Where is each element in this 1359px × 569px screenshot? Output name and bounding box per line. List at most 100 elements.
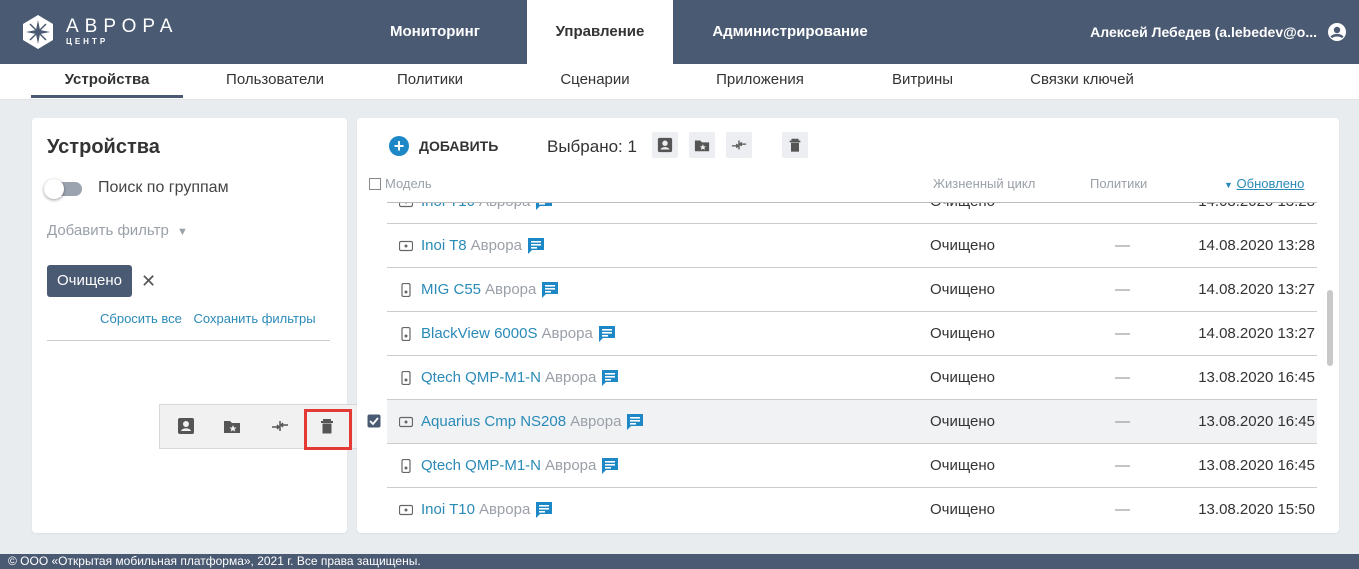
user-menu[interactable]: Алексей Лебедев (a.lebedev@o... <box>1090 0 1347 64</box>
caret-down-icon: ▼ <box>176 226 188 238</box>
topnav-monitoring[interactable]: Мониторинг <box>360 0 510 64</box>
delete-button[interactable] <box>782 132 808 158</box>
cell-updated: 13.08.2020 16:45 <box>1198 457 1315 474</box>
group-search-toggle[interactable] <box>44 179 82 199</box>
brand-logo[interactable]: АВРОРА ЦЕНТР <box>18 12 178 52</box>
subnav-users[interactable]: Пользователи <box>200 64 350 98</box>
message-icon[interactable] <box>535 203 553 211</box>
cell-lifecycle: Очищено <box>930 413 996 430</box>
transfer-button[interactable] <box>726 132 752 158</box>
device-model-link[interactable]: Aquarius Cmp NS208 <box>421 400 566 444</box>
folder-star-icon[interactable] <box>223 417 241 435</box>
save-filters-link[interactable]: Сохранить фильтры <box>194 311 316 326</box>
subnav-policies[interactable]: Политики <box>370 64 490 98</box>
topnav-administration[interactable]: Администрирование <box>690 0 890 64</box>
trash-icon <box>789 138 801 152</box>
cell-model: BlackView 6000S Аврора <box>391 312 616 356</box>
device-model-link[interactable]: Inoi T10 <box>421 203 475 224</box>
cell-model: Inoi T10Аврора <box>391 488 553 528</box>
table-row[interactable]: Inoi T8 Аврора Очищено — 14.08.2020 13:28 <box>387 224 1317 268</box>
brand-title: АВРОРА <box>66 16 179 37</box>
message-icon[interactable] <box>527 237 545 255</box>
transfer-arrows-icon[interactable] <box>271 417 289 435</box>
cell-model: Aquarius Cmp NS208 Аврора <box>391 400 644 444</box>
panel-title: Устройства <box>47 136 160 158</box>
col-policies-header[interactable]: Политики <box>1090 176 1147 191</box>
subnav-scenarios[interactable]: Сценарии <box>535 64 655 98</box>
cell-lifecycle: Очищено <box>930 369 996 386</box>
selected-count: Выбрано: 1 <box>547 137 637 156</box>
phone-icon <box>401 459 411 473</box>
device-model-link[interactable]: Qtech QMP-M1-N <box>421 356 541 400</box>
subnav-devices[interactable]: Устройства <box>31 64 183 98</box>
cell-updated: 13.08.2020 16:45 <box>1198 369 1315 386</box>
table-row[interactable]: Qtech QMP-M1-N Аврора Очищено — 13.08.2020 1… <box>387 444 1317 488</box>
add-filter-dropdown[interactable]: Добавить фильтр ▼ <box>47 222 188 239</box>
cell-lifecycle: Очищено <box>930 501 996 518</box>
add-to-group-button[interactable] <box>689 132 715 158</box>
col-lifecycle-header[interactable]: Жизненный цикл <box>933 176 1035 191</box>
add-device-label: ДОБАВИТЬ <box>419 138 499 154</box>
col-updated-label: Обновлено <box>1236 176 1305 191</box>
device-os: Аврора <box>485 281 537 298</box>
brand-subtitle: ЦЕНТР <box>66 37 109 46</box>
message-icon[interactable] <box>598 325 616 343</box>
device-model-link[interactable]: BlackView 6000S <box>421 312 537 356</box>
tablet-icon <box>399 504 413 516</box>
cell-model: Qtech QMP-M1-N Аврора <box>391 444 619 488</box>
tablet-icon <box>399 203 413 208</box>
cell-policies: — <box>1115 369 1130 386</box>
device-model-link[interactable]: MIG C55 <box>421 268 481 312</box>
tablet-icon <box>399 416 413 428</box>
subnav-showcases[interactable]: Витрины <box>870 64 975 98</box>
toggle-knob <box>44 179 64 199</box>
col-updated-header[interactable]: ▼ Обновлено <box>1224 176 1304 191</box>
device-model-link[interactable]: Inoi T10 <box>421 488 475 528</box>
table-row[interactable]: Inoi T10Аврора Очищено — 14.08.2020 13:28 <box>387 203 1317 224</box>
contact-card-icon[interactable] <box>177 417 195 435</box>
device-model-link[interactable]: Inoi T8 <box>421 224 467 268</box>
cell-policies: — <box>1115 457 1130 474</box>
assign-user-button[interactable] <box>652 132 678 158</box>
subnav-applications[interactable]: Приложения <box>695 64 825 98</box>
sort-desc-icon: ▼ <box>1224 180 1233 190</box>
table-body: Inoi T10АврораОчищено—14.08.2020 13:28In… <box>357 203 1339 528</box>
add-device-button[interactable]: + ДОБАВИТЬ <box>389 136 498 156</box>
cell-lifecycle: Очищено <box>930 237 996 254</box>
reset-all-link[interactable]: Сбросить все <box>100 311 182 326</box>
device-model-link[interactable]: Qtech QMP-M1-N <box>421 444 541 488</box>
user-name: Алексей Лебедев (a.lebedev@o... <box>1090 24 1317 40</box>
col-model-header[interactable]: Модель <box>385 176 432 191</box>
cell-updated: 14.08.2020 13:28 <box>1195 203 1315 224</box>
message-icon[interactable] <box>601 369 619 387</box>
close-icon[interactable]: ✕ <box>141 265 156 297</box>
cell-updated: 14.08.2020 13:27 <box>1198 281 1315 298</box>
cell-model: MIG C55 Аврора <box>391 268 559 312</box>
device-os: Аврора <box>541 325 593 342</box>
topnav-management[interactable]: Управление <box>527 0 673 64</box>
table-row[interactable]: Inoi T10 Аврора Очищено — 13.08.2020 15:50 <box>387 488 1317 528</box>
scrollbar-thumb[interactable] <box>1327 290 1333 366</box>
device-os: Аврора <box>545 457 597 474</box>
message-icon[interactable] <box>541 281 559 299</box>
message-icon[interactable] <box>626 413 644 431</box>
add-filter-label: Добавить фильтр <box>47 222 169 239</box>
table-row[interactable]: BlackView 6000S Аврора Очищено — 14.08.2020 … <box>387 312 1317 356</box>
table-row[interactable]: MIG C55 Аврора Очищено — 14.08.2020 13:27 <box>387 268 1317 312</box>
tablet-icon <box>399 240 413 252</box>
message-icon[interactable] <box>535 501 553 519</box>
table-row[interactable]: Qtech QMP-M1-N Аврора Очищено — 13.08.2020 1… <box>387 356 1317 400</box>
row-checkbox-checked[interactable] <box>367 414 381 428</box>
message-icon[interactable] <box>601 457 619 475</box>
filter-chip-cleared[interactable]: Очищено <box>47 265 133 297</box>
sub-navigation: Устройства Пользователи Политики Сценари… <box>0 64 1359 100</box>
contact-card-icon <box>657 137 673 153</box>
subnav-keychains[interactable]: Связки ключей <box>1012 64 1152 98</box>
account-circle-icon <box>1328 23 1346 41</box>
device-os: Аврора <box>470 237 522 254</box>
select-all-checkbox[interactable] <box>369 178 381 190</box>
table-row[interactable]: Aquarius Cmp NS208 Аврора Очищено — 13.08.20… <box>367 400 1317 444</box>
phone-icon <box>401 283 411 297</box>
cell-model: Inoi T10Аврора <box>391 203 553 224</box>
phone-icon <box>401 327 411 341</box>
